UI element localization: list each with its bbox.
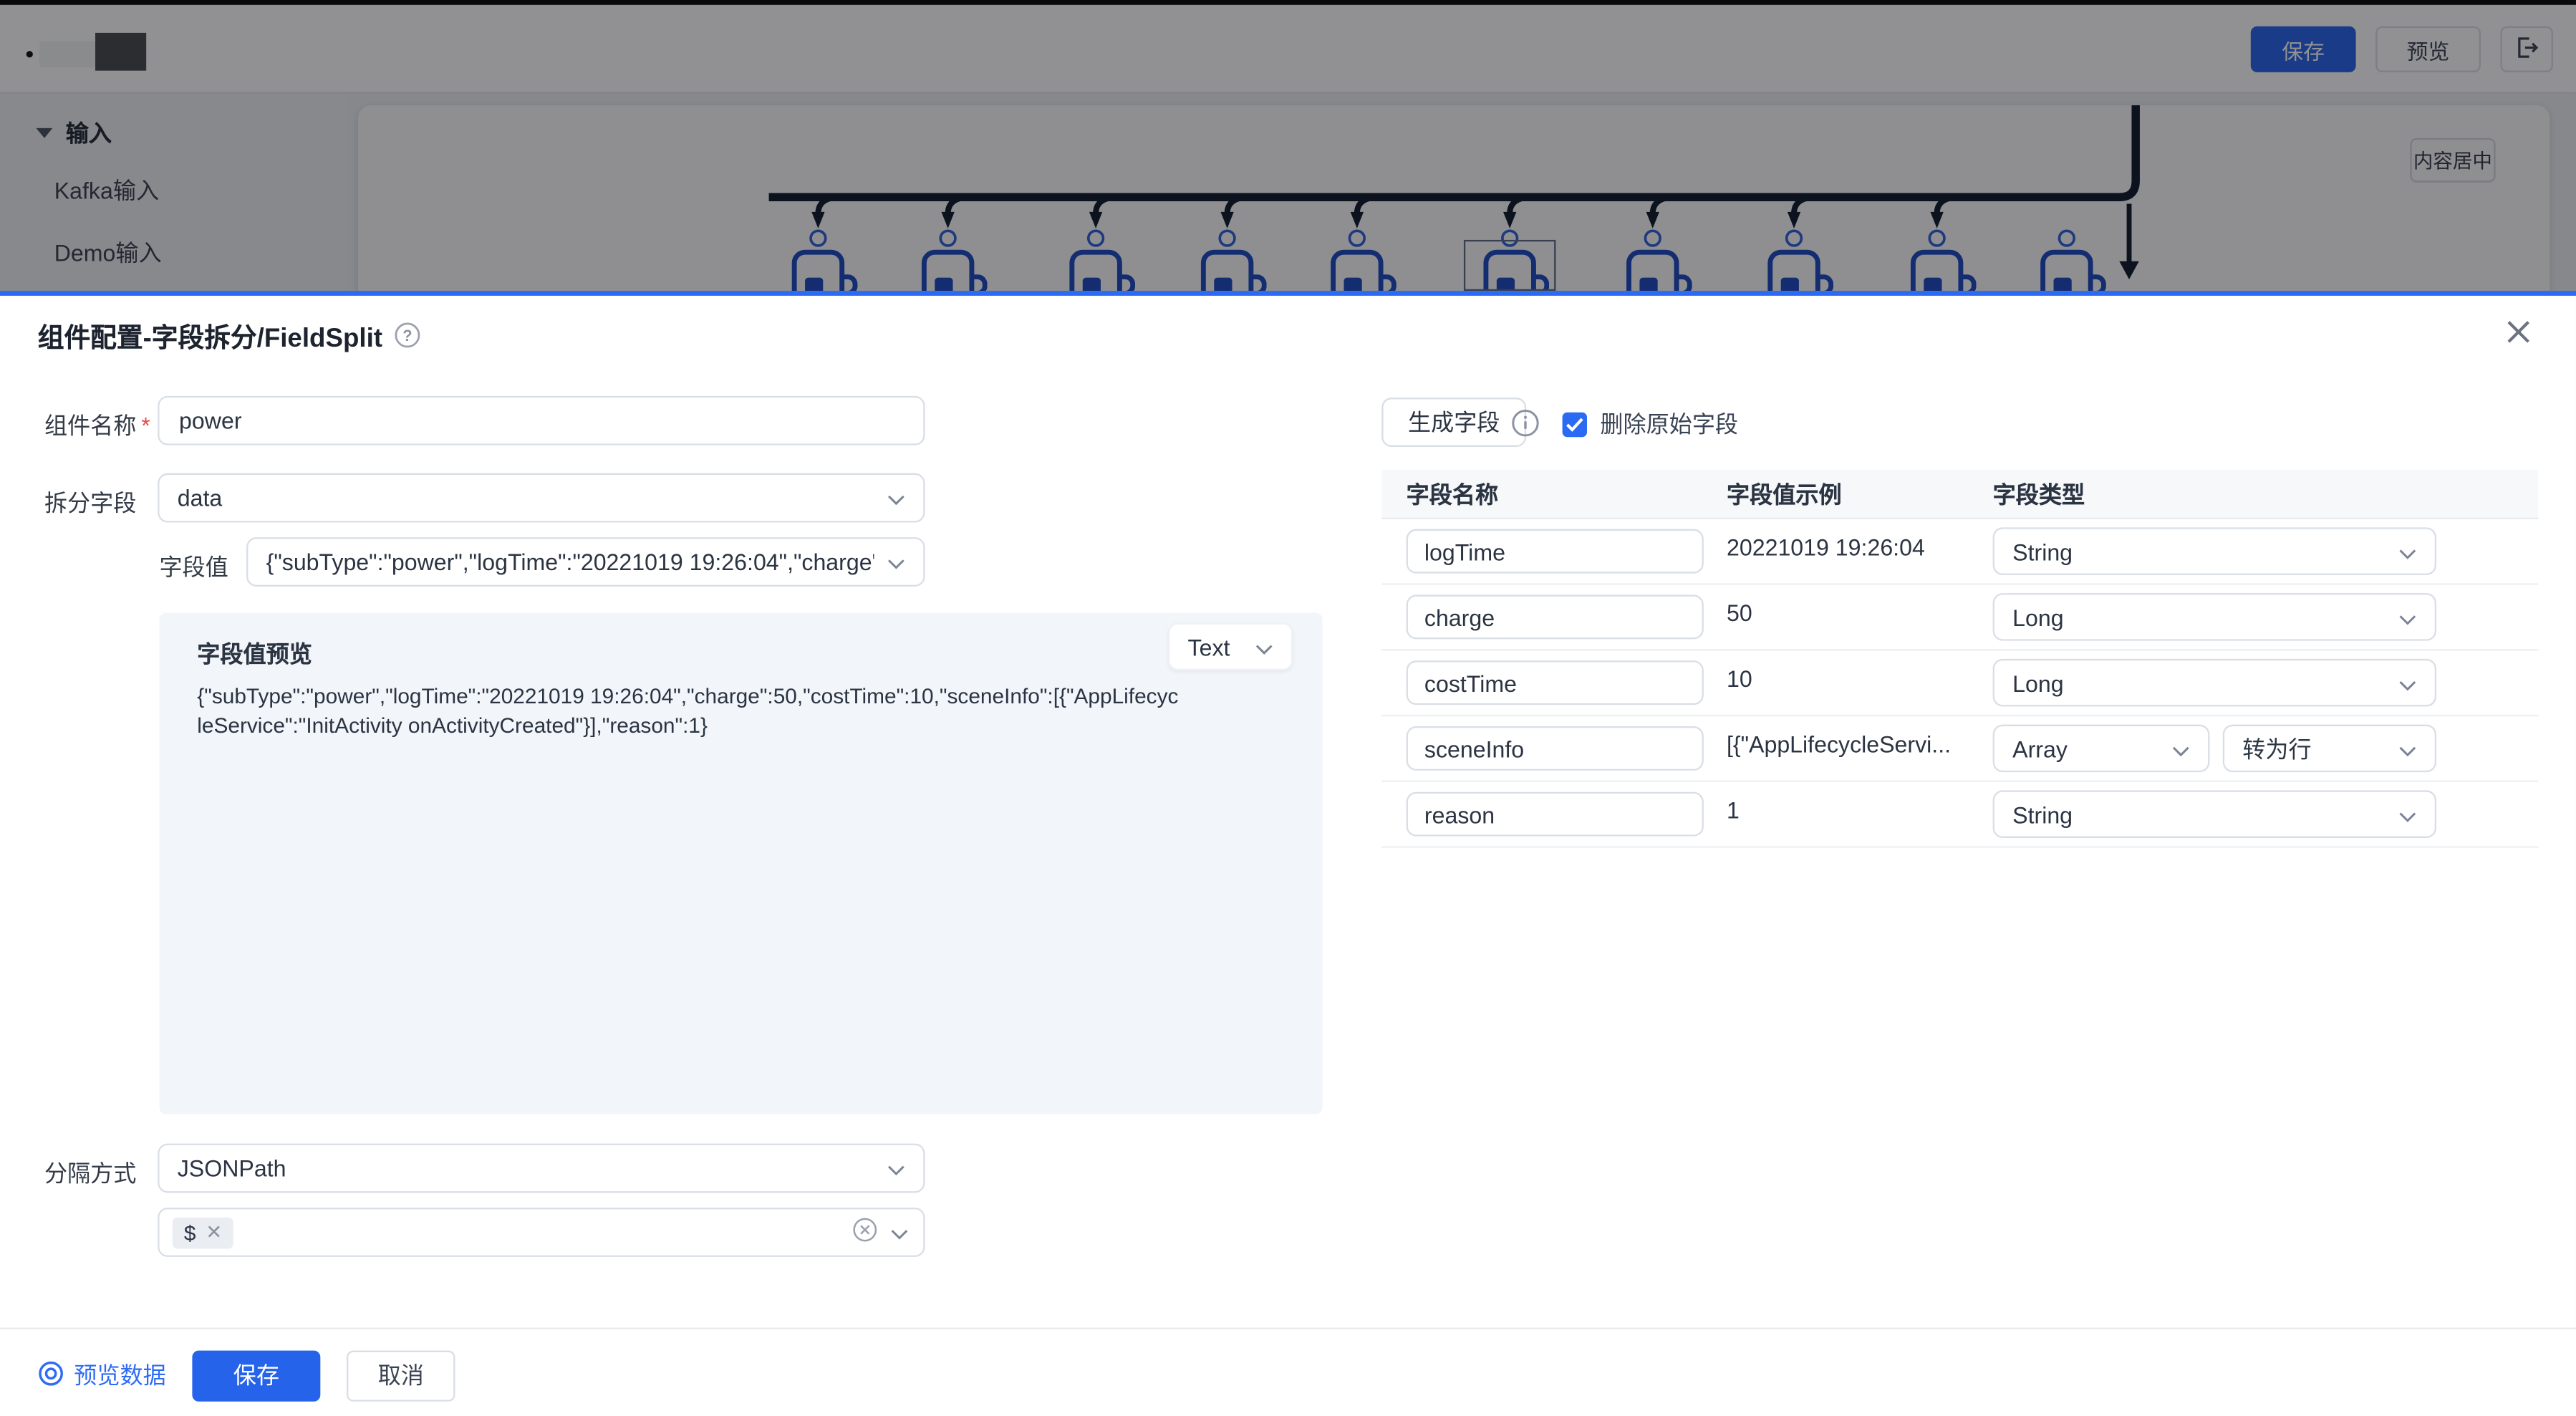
table-row: 20221019 19:26:04 String [1381, 519, 2538, 585]
field-name-input[interactable] [1408, 604, 1702, 630]
field-name-input[interactable] [1408, 801, 1702, 827]
preview-title: 字段值预览 [197, 637, 312, 670]
required-mark: * [141, 413, 150, 439]
field-type-select[interactable]: String [1993, 527, 2436, 575]
svg-text:?: ? [402, 327, 412, 345]
component-name-field [158, 396, 925, 445]
modal-cancel-button[interactable]: 取消 [347, 1350, 455, 1401]
chevron-down-icon [887, 1155, 905, 1182]
field-name-field [1407, 660, 1704, 705]
col-field-sample: 字段值示例 [1727, 477, 1993, 510]
path-tag-chip: $ ✕ [173, 1217, 234, 1248]
field-value-preview-panel: 字段值预览 Text {"subType":"power","logTime":… [160, 613, 1323, 1114]
field-sample-value: 20221019 19:26:04 [1727, 534, 1925, 561]
field-name-input[interactable] [1408, 736, 1702, 762]
field-value-label: 字段值 [160, 550, 228, 583]
preview-data-link[interactable]: 预览数据 [38, 1359, 166, 1392]
field-name-field [1407, 726, 1704, 771]
col-field-type: 字段类型 [1993, 477, 2539, 510]
split-field-label: 拆分字段 [44, 486, 136, 519]
close-button[interactable] [2504, 317, 2533, 347]
preview-json-content: {"subType":"power","logTime":"20221019 1… [197, 682, 1182, 741]
field-name-input[interactable] [1408, 538, 1702, 564]
chevron-down-icon [2398, 801, 2416, 827]
component-name-input[interactable] [160, 408, 924, 434]
clear-icon[interactable] [853, 1218, 877, 1247]
info-icon[interactable] [1511, 409, 1539, 445]
split-field-select[interactable]: data [158, 473, 925, 523]
field-type-select[interactable]: Long [1993, 593, 2436, 641]
field-sample-value: 10 [1727, 665, 1752, 692]
chevron-down-icon [890, 1219, 908, 1246]
chevron-down-icon [2398, 604, 2416, 630]
table-row: [{"AppLifecycleServi... Array 转为行 [1381, 716, 2538, 782]
chevron-down-icon [2398, 538, 2416, 564]
checkbox-checked-icon[interactable] [1563, 412, 1587, 436]
help-icon[interactable]: ? [394, 322, 420, 349]
modal-title: 组件配置-字段拆分/FieldSplit [38, 315, 382, 355]
fields-table: 字段名称 字段值示例 字段类型 20221019 19:26:04 String… [1381, 470, 2538, 848]
preview-data-icon [38, 1359, 64, 1391]
close-icon [2504, 325, 2533, 353]
modal-footer: 预览数据 保存 取消 [0, 1328, 2576, 1416]
separator-select[interactable]: JSONPath [158, 1144, 925, 1193]
chevron-down-icon [2398, 736, 2416, 762]
field-name-field [1407, 529, 1704, 574]
tag-remove-icon[interactable]: ✕ [206, 1220, 222, 1243]
field-split-config-modal: 组件配置-字段拆分/FieldSplit ? 组件名称* 拆分字段 data 字… [0, 291, 2576, 1416]
jsonpath-tags-select[interactable]: $ ✕ [158, 1208, 925, 1257]
table-row: 10 Long [1381, 650, 2538, 716]
array-transform-select[interactable]: 转为行 [2223, 725, 2436, 773]
field-sample-value: [{"AppLifecycleServi... [1727, 731, 1951, 758]
col-field-name: 字段名称 [1381, 477, 1727, 510]
field-name-field [1407, 594, 1704, 639]
field-value-select[interactable]: {"subType":"power","logTime":"20221019 1… [246, 537, 925, 587]
table-row: 50 Long [1381, 585, 2538, 651]
chevron-down-icon [2398, 670, 2416, 696]
table-row: 1 String [1381, 782, 2538, 848]
modal-title-row: 组件配置-字段拆分/FieldSplit ? [38, 315, 420, 355]
field-type-select[interactable]: String [1993, 790, 2436, 838]
field-sample-value: 1 [1727, 797, 1740, 824]
chevron-down-icon [2172, 736, 2190, 762]
modal-save-button[interactable]: 保存 [192, 1350, 320, 1401]
chevron-down-icon [887, 485, 905, 511]
table-header: 字段名称 字段值示例 字段类型 [1381, 470, 2538, 519]
delete-original-label: 删除原始字段 [1600, 408, 1738, 440]
field-type-select[interactable]: Long [1993, 659, 2436, 707]
chevron-down-icon [887, 549, 905, 575]
field-name-field [1407, 792, 1704, 837]
delete-original-checkbox-row[interactable]: 删除原始字段 [1563, 408, 1738, 440]
field-name-input[interactable] [1408, 670, 1702, 696]
preview-mode-select[interactable]: Text [1168, 622, 1293, 670]
chevron-down-icon [1255, 633, 1273, 660]
name-label: 组件名称* [44, 409, 150, 442]
field-sample-value: 50 [1727, 599, 1752, 626]
generate-fields-button[interactable]: 生成字段 [1381, 398, 1526, 447]
separator-label: 分隔方式 [44, 1157, 136, 1190]
app-stage: 保存 预览 输入 Kafka输入 Demo输入 SNMPQuery输入 内容居中 [0, 0, 2576, 1416]
field-type-select[interactable]: Array [1993, 725, 2210, 773]
